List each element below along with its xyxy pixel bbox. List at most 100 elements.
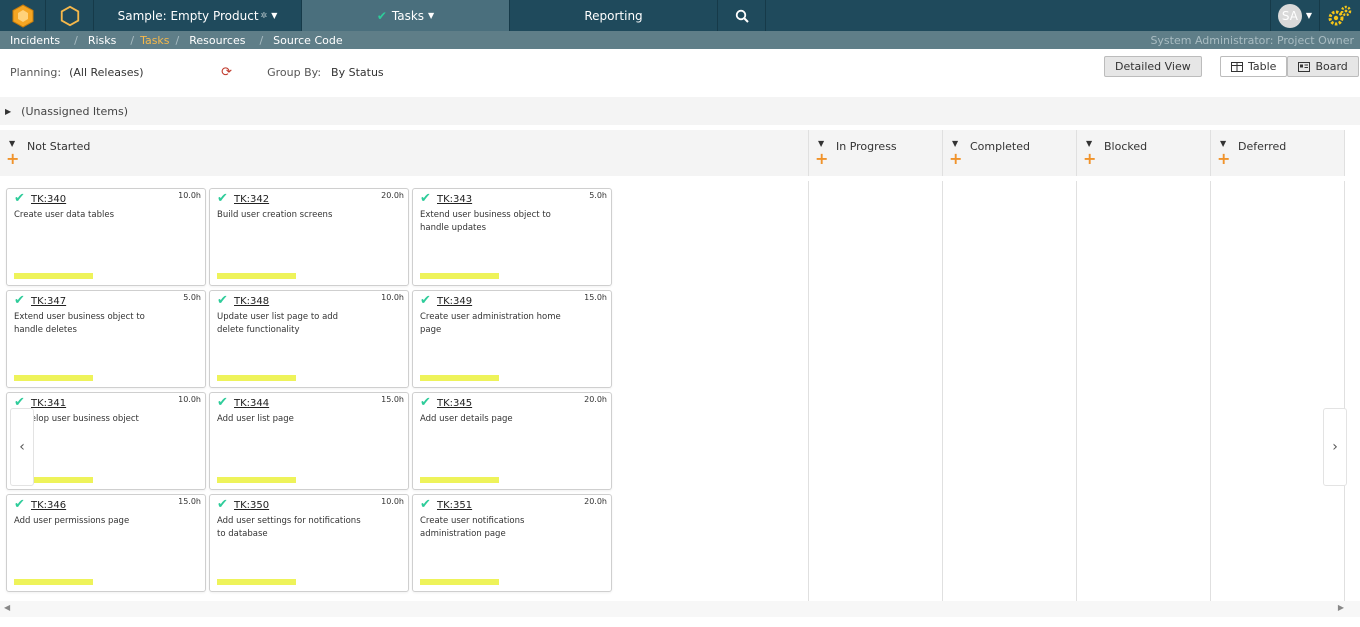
check-icon: ✔	[217, 191, 228, 206]
task-id-link[interactable]: TK:350	[234, 500, 269, 511]
task-estimate: 15.0h	[178, 497, 201, 506]
task-id-link[interactable]: TK:349	[437, 296, 472, 307]
caret-down-icon[interactable]: ▼	[952, 139, 958, 148]
add-icon[interactable]: +	[1083, 149, 1096, 168]
progress-bar	[14, 273, 93, 279]
task-estimate: 5.0h	[589, 191, 607, 200]
unassigned-row[interactable]: ▶ (Unassigned Items)	[0, 97, 1360, 125]
tab-reporting[interactable]: Reporting	[510, 0, 718, 31]
column-in-progress	[809, 181, 943, 601]
progress-bar	[420, 273, 499, 279]
task-estimate: 20.0h	[584, 395, 607, 404]
detailed-view-button[interactable]: Detailed View	[1104, 56, 1202, 77]
progress-bar	[217, 477, 296, 483]
caret-down-icon[interactable]: ▼	[818, 139, 824, 148]
add-icon[interactable]: +	[6, 149, 19, 168]
product-selector[interactable]: Sample: Empty Product ✲ ▼	[94, 0, 302, 31]
settings-gears-icon[interactable]	[1320, 0, 1360, 31]
task-id-link[interactable]: TK:346	[31, 500, 66, 511]
column-header-not-started: ▼ Not Started +	[0, 130, 809, 176]
task-card[interactable]: ✔ TK:343 5.0h Extend user business object t…	[412, 188, 612, 286]
task-id-link[interactable]: TK:347	[31, 296, 66, 307]
task-id-link[interactable]: TK:348	[234, 296, 269, 307]
tab-tasks[interactable]: ✔ Tasks ▼	[302, 0, 510, 31]
task-card[interactable]: ✔ TK:345 20.0h Add user details page	[412, 392, 612, 490]
task-card[interactable]: ✔ TK:346 15.0h Add user permissions page	[6, 494, 206, 592]
task-description: Extend user business object to handle de…	[14, 312, 145, 335]
subnav-item-source-code[interactable]: Source Code	[263, 34, 342, 47]
task-card[interactable]: ✔ TK:340 10.0h Create user data tables	[6, 188, 206, 286]
task-card[interactable]: ✔ TK:342 20.0h Build user creation screens	[209, 188, 409, 286]
product-label: Sample: Empty Product	[117, 8, 259, 23]
task-estimate: 10.0h	[178, 395, 201, 404]
task-description: Add user details page	[420, 414, 513, 424]
subnav-item-tasks[interactable]: Tasks	[134, 34, 169, 47]
task-estimate: 10.0h	[178, 191, 201, 200]
caret-down-icon[interactable]: ▼	[1086, 139, 1092, 148]
unassigned-label: (Unassigned Items)	[21, 104, 128, 118]
task-estimate: 10.0h	[381, 293, 404, 302]
column-name: Completed	[970, 140, 1030, 153]
progress-bar	[217, 273, 296, 279]
search-button[interactable]	[718, 0, 766, 31]
check-icon: ✔	[217, 293, 228, 308]
horizontal-scrollbar[interactable]: ◀ ▶	[0, 601, 1360, 617]
top-navbar: Sample: Empty Product ✲ ▼ ✔ Tasks ▼ Repo…	[0, 0, 1360, 31]
chevron-down-icon: ▼	[271, 11, 278, 20]
table-view-button[interactable]: Table	[1220, 56, 1288, 77]
subnav-item-resources[interactable]: Resources	[179, 34, 245, 47]
progress-bar	[14, 375, 93, 381]
subnav-item-incidents[interactable]: Incidents	[0, 34, 60, 47]
user-menu[interactable]: SA ▼	[1270, 0, 1320, 31]
divider: /	[259, 33, 264, 47]
groupby-select[interactable]: By Status	[331, 66, 384, 79]
task-estimate: 20.0h	[381, 191, 404, 200]
task-id-link[interactable]: TK:344	[234, 398, 269, 409]
task-id-link[interactable]: TK:340	[31, 194, 66, 205]
task-id-link[interactable]: TK:341	[31, 398, 66, 409]
board-view-button[interactable]: Board	[1287, 56, 1359, 77]
caret-down-icon[interactable]: ▼	[9, 139, 15, 148]
task-card[interactable]: ✔ TK:347 5.0h Extend user business object t…	[6, 290, 206, 388]
divider: /	[175, 33, 180, 47]
avatar: SA	[1277, 3, 1302, 28]
task-id-link[interactable]: TK:345	[437, 398, 472, 409]
chevron-down-icon: ▼	[1305, 11, 1313, 20]
task-estimate: 5.0h	[183, 293, 201, 302]
divider: /	[74, 33, 78, 47]
planning-label: Planning:	[10, 65, 62, 79]
task-card[interactable]: ✔ TK:351 20.0h Create user notifications ad…	[412, 494, 612, 592]
task-card[interactable]: ✔ TK:349 15.0h Create user administration h…	[412, 290, 612, 388]
task-id-link[interactable]: TK:342	[234, 194, 269, 205]
scroll-left-arrow-icon[interactable]: ◀	[4, 603, 10, 612]
caret-down-icon[interactable]: ▼	[1220, 139, 1226, 148]
refresh-icon[interactable]: ⟳	[221, 65, 237, 80]
scroll-left-button[interactable]: ‹	[10, 408, 34, 486]
task-estimate: 10.0h	[381, 497, 404, 506]
view-toggle: Table Board	[1220, 56, 1359, 77]
add-icon[interactable]: +	[949, 149, 962, 168]
task-card[interactable]: ✔ TK:341 10.0h Develop user business object	[6, 392, 206, 490]
scroll-right-arrow-icon[interactable]: ▶	[1338, 603, 1344, 612]
check-icon: ✔	[217, 497, 228, 512]
task-id-link[interactable]: TK:343	[437, 194, 472, 205]
task-id-link[interactable]: TK:351	[437, 500, 472, 511]
task-card[interactable]: ✔ TK:344 15.0h Add user list page	[209, 392, 409, 490]
task-estimate: 15.0h	[381, 395, 404, 404]
add-icon[interactable]: +	[815, 149, 828, 168]
app-logo-icon[interactable]	[0, 0, 46, 31]
scroll-right-button[interactable]: ›	[1323, 408, 1347, 486]
progress-bar	[420, 375, 499, 381]
add-icon[interactable]: +	[1217, 149, 1230, 168]
progress-bar	[420, 477, 499, 483]
hexagon-icon[interactable]	[46, 0, 94, 31]
planning-select[interactable]: (All Releases)	[69, 66, 155, 79]
subnav-item-risks[interactable]: Risks	[78, 34, 117, 47]
caret-right-icon: ▶	[5, 106, 12, 116]
task-description: Extend user business object to handle up…	[420, 210, 551, 233]
task-card[interactable]: ✔ TK:348 10.0h Update user list page to add…	[209, 290, 409, 388]
breadcrumb: Incidents / Risks / Tasks / Resources / …	[0, 31, 1360, 49]
column-header-in-progress: ▼ In Progress +	[809, 130, 943, 176]
task-card[interactable]: ✔ TK:350 10.0h Add user settings for notifi…	[209, 494, 409, 592]
task-description: Add user permissions page	[14, 516, 130, 526]
